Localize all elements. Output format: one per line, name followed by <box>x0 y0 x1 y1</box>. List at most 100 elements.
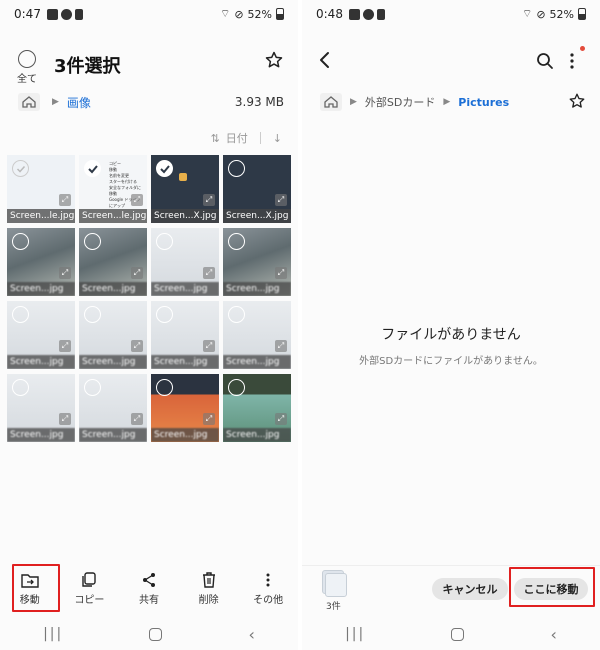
image-tile[interactable]: ⤢ Screen...jpg <box>151 301 219 369</box>
search-icon <box>537 53 553 69</box>
image-tile[interactable]: ⤢ Screen...jpg <box>79 301 147 369</box>
sync-notification-icon <box>362 8 374 20</box>
image-tile[interactable]: ⤢ Screen...X.jpg <box>223 155 291 223</box>
sort-label: 日付 <box>225 132 248 145</box>
expand-icon[interactable]: ⤢ <box>59 340 71 352</box>
expand-icon[interactable]: ⤢ <box>203 340 215 352</box>
unchecked-circle-icon[interactable] <box>12 306 29 323</box>
expand-icon[interactable]: ⤢ <box>131 340 143 352</box>
image-tile[interactable]: ⤢ Screen...jpg <box>7 374 75 442</box>
back-arrow-icon <box>320 52 329 68</box>
sort-bar[interactable]: ⇅ 日付 ↓ <box>211 130 282 146</box>
favorite-button[interactable] <box>568 92 586 113</box>
overflow-menu-button[interactable] <box>568 52 576 74</box>
more-options-button[interactable]: その他 <box>243 568 293 612</box>
expand-icon[interactable]: ⤢ <box>59 267 71 279</box>
share-button[interactable]: 共有 <box>124 568 174 612</box>
unchecked-circle-icon[interactable] <box>228 379 245 396</box>
back-button[interactable] <box>318 50 332 74</box>
home-button[interactable] <box>18 93 40 111</box>
copy-button[interactable]: コピー <box>64 568 114 612</box>
image-filename: Screen...X.jpg <box>151 209 219 223</box>
unchecked-circle-icon[interactable] <box>12 160 29 177</box>
back-nav-icon[interactable]: ‹ <box>551 625 557 644</box>
sort-divider <box>259 132 261 144</box>
dnd-icon: ⊘ <box>234 7 244 21</box>
selected-item-count: 3件 <box>326 602 341 612</box>
breadcrumb-parent[interactable]: 外部SDカード <box>365 94 435 110</box>
unchecked-circle-icon[interactable] <box>84 306 101 323</box>
image-filename: Screen...jpg <box>151 428 219 442</box>
image-filename: Screen...jpg <box>79 282 147 296</box>
recent-apps-icon[interactable]: ||| <box>345 626 365 642</box>
unchecked-circle-icon[interactable] <box>228 233 245 250</box>
select-all-circle-icon <box>18 50 36 68</box>
unchecked-circle-icon[interactable] <box>156 233 173 250</box>
image-tile[interactable]: ⤢ Screen...jpg <box>7 228 75 296</box>
favorite-button[interactable] <box>264 50 284 74</box>
back-nav-icon[interactable]: ‹ <box>249 625 255 644</box>
expand-icon[interactable]: ⤢ <box>59 194 71 206</box>
gallery-notification-icon <box>348 8 360 20</box>
home-nav-icon[interactable] <box>451 627 465 641</box>
expand-icon[interactable]: ⤢ <box>131 413 143 425</box>
status-bar: 0:47 ⌔ ⊘ 52% <box>0 0 298 28</box>
selected-items-stack-icon <box>320 570 348 598</box>
image-tile[interactable]: ⤢ Screen...jpg <box>151 228 219 296</box>
delete-button[interactable]: 削除 <box>184 568 234 612</box>
status-bar: 0:48 ⌔ ⊘ 52% <box>302 0 600 28</box>
cancel-button[interactable]: キャンセル <box>432 578 508 600</box>
image-filename: Screen...le.jpg <box>79 209 147 223</box>
expand-icon[interactable]: ⤢ <box>203 413 215 425</box>
image-filename: Screen...jpg <box>7 282 75 296</box>
image-tile[interactable]: ⤢ Screen...jpg <box>223 301 291 369</box>
image-tile[interactable]: ⤢ Screen...jpg <box>7 301 75 369</box>
image-filename: Screen...jpg <box>223 428 291 442</box>
unchecked-circle-icon[interactable] <box>12 233 29 250</box>
image-tile[interactable]: ⤢ Screen...jpg <box>79 374 147 442</box>
checked-circle-icon[interactable] <box>156 160 173 177</box>
home-nav-icon[interactable] <box>149 627 163 641</box>
selection-title: 3件選択 <box>54 56 121 77</box>
image-tile[interactable]: ⤢ Screen...jpg <box>79 228 147 296</box>
image-tile[interactable]: ⤢ Screen...jpg <box>223 374 291 442</box>
recent-apps-icon[interactable]: ||| <box>43 626 63 642</box>
image-tile[interactable]: コピー 移動 名前を変更 スターを付ける 安全なフォルダに移動 Google ドライブにア… <box>79 155 147 223</box>
image-filename: Screen...le.jpg <box>7 209 75 223</box>
more-vertical-icon <box>570 53 574 69</box>
copy-label: コピー <box>74 595 105 606</box>
more-label: その他 <box>253 595 284 606</box>
image-tile[interactable]: ⤢ Screen...le.jpg <box>7 155 75 223</box>
unchecked-circle-icon[interactable] <box>12 379 29 396</box>
unchecked-circle-icon[interactable] <box>228 306 245 323</box>
battery-icon <box>578 8 586 20</box>
folder-size: 3.93 MB <box>234 95 284 109</box>
more-icon <box>266 573 270 587</box>
breadcrumb-arrow-icon: ▶ <box>52 97 59 107</box>
expand-icon[interactable]: ⤢ <box>275 413 287 425</box>
expand-icon[interactable]: ⤢ <box>131 267 143 279</box>
breadcrumb-current-folder[interactable]: Pictures <box>458 96 509 109</box>
expand-icon[interactable]: ⤢ <box>131 194 143 206</box>
unchecked-circle-icon[interactable] <box>84 233 101 250</box>
image-tile[interactable]: ⤢ Screen...jpg <box>223 228 291 296</box>
expand-icon[interactable]: ⤢ <box>59 413 71 425</box>
expand-icon[interactable]: ⤢ <box>203 267 215 279</box>
image-tile[interactable]: ⤢ Screen...jpg <box>151 374 219 442</box>
unchecked-circle-icon[interactable] <box>156 379 173 396</box>
home-button[interactable] <box>320 93 342 111</box>
unchecked-circle-icon[interactable] <box>84 379 101 396</box>
image-filename: Screen...jpg <box>7 428 75 442</box>
sort-direction-icon[interactable]: ↓ <box>273 132 282 145</box>
image-tile[interactable]: ⤢ Screen...X.jpg <box>151 155 219 223</box>
unchecked-circle-icon[interactable] <box>156 306 173 323</box>
breadcrumb-current-folder[interactable]: 画像 <box>67 94 91 111</box>
search-button[interactable] <box>536 52 554 74</box>
expand-icon[interactable]: ⤢ <box>275 340 287 352</box>
expand-icon[interactable]: ⤢ <box>275 194 287 206</box>
expand-icon[interactable]: ⤢ <box>203 194 215 206</box>
unchecked-circle-icon[interactable] <box>228 160 245 177</box>
select-all-checkbox[interactable]: 全て <box>14 50 40 85</box>
checked-circle-icon[interactable] <box>84 160 101 177</box>
expand-icon[interactable]: ⤢ <box>275 267 287 279</box>
